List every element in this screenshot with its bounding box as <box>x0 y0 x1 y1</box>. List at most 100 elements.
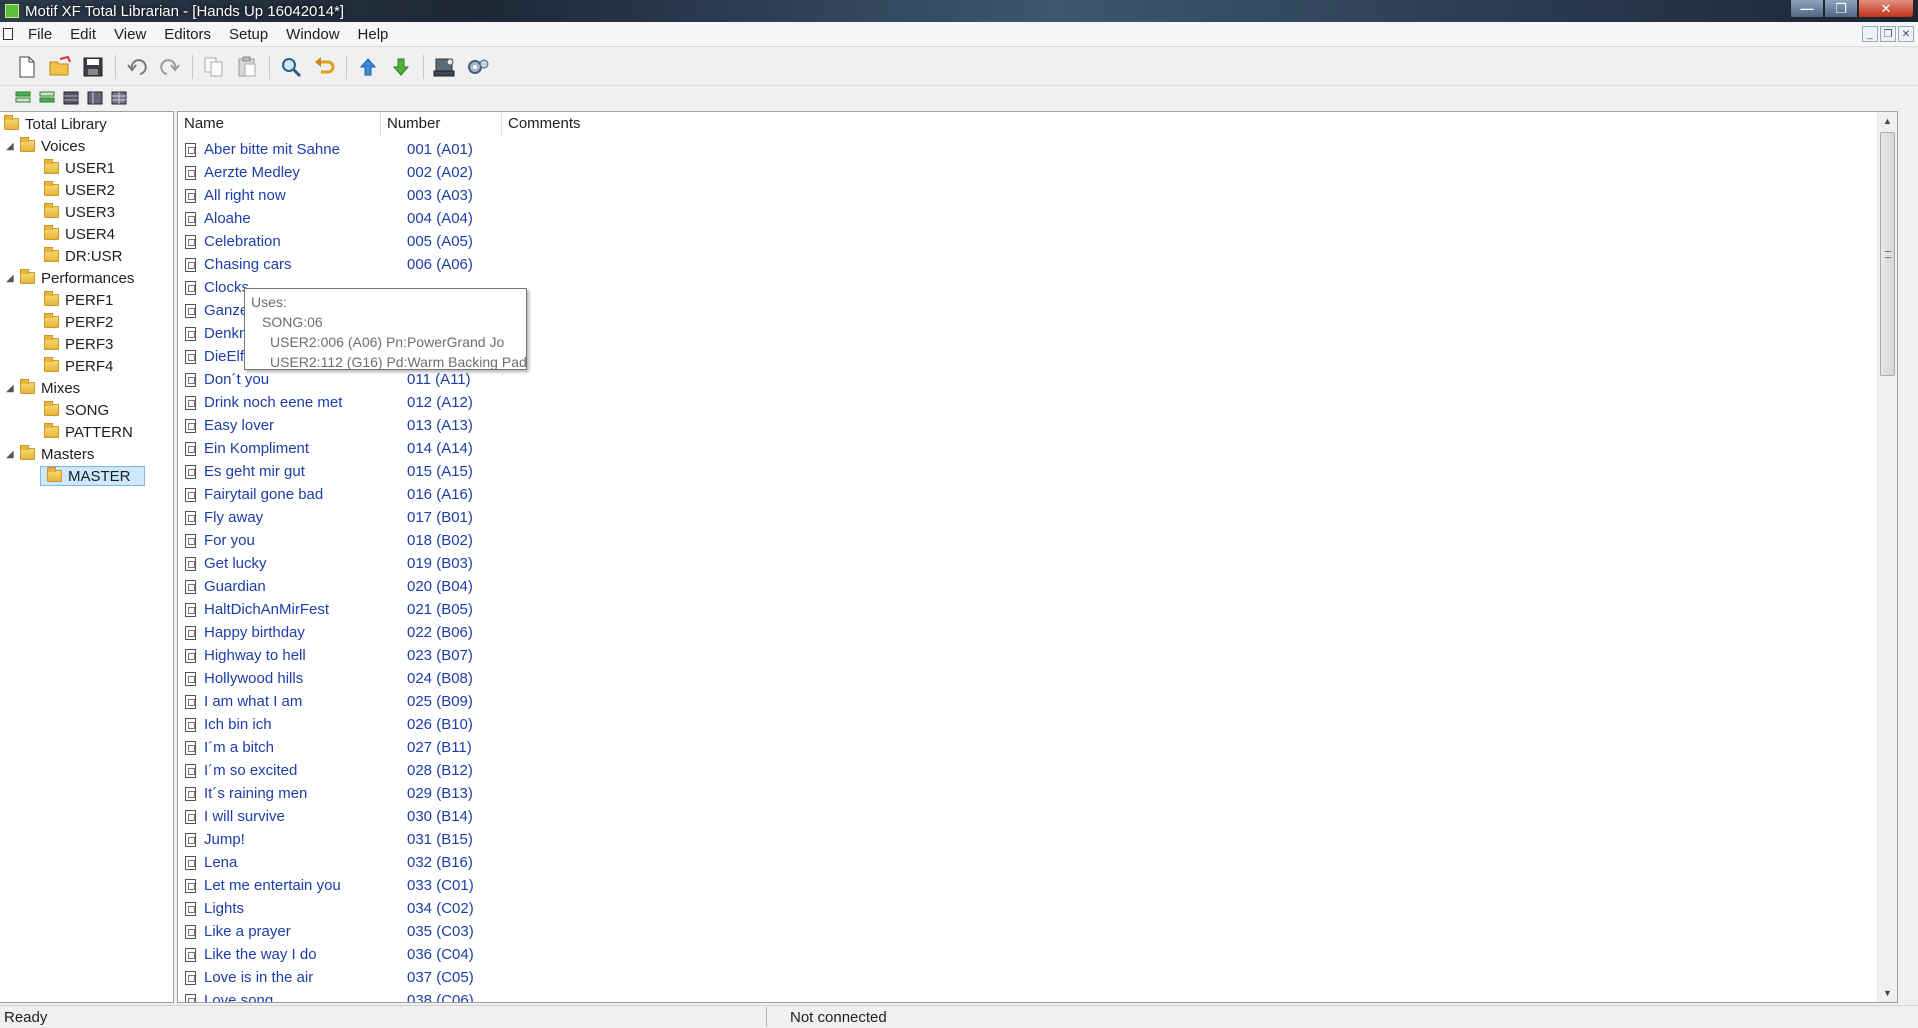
menu-view[interactable]: View <box>105 22 155 47</box>
song-name: Lena <box>204 854 238 871</box>
view-panel-icon[interactable] <box>86 90 104 106</box>
list-item[interactable]: Let me entertain you 033 (C01) <box>178 874 527 897</box>
tree-item-song[interactable]: SONG <box>44 399 109 421</box>
list-item[interactable]: Ich bin ich 026 (B10) <box>178 713 527 736</box>
redo-icon[interactable] <box>157 54 183 80</box>
song-name: Get lucky <box>204 555 267 572</box>
list-item[interactable]: Lights 034 (C02) <box>178 897 527 920</box>
list-item[interactable]: Love song 038 (C06) <box>178 989 527 1002</box>
column-header-number[interactable]: Number <box>381 112 502 136</box>
list-item[interactable]: Aloahe 004 (A04) <box>178 207 527 230</box>
expanded-arrow-icon[interactable]: ◢ <box>6 449 16 460</box>
list-item[interactable]: Chasing cars 006 (A06) <box>178 253 527 276</box>
document-menu-icon[interactable] <box>3 28 13 40</box>
minimize-button[interactable]: — <box>1790 0 1824 18</box>
tree-item-drusr[interactable]: DR:USR <box>44 245 123 267</box>
list-item[interactable]: Love is in the air 037 (C05) <box>178 966 527 989</box>
tree-label: MASTER <box>68 467 131 485</box>
list-item[interactable]: Aerzte Medley 002 (A02) <box>178 161 527 184</box>
list-item[interactable]: Like the way I do 036 (C04) <box>178 943 527 966</box>
column-header-comments[interactable]: Comments <box>502 112 702 136</box>
save-icon[interactable] <box>80 54 106 80</box>
list-item[interactable]: Drink noch eene met 012 (A12) <box>178 391 527 414</box>
scroll-thumb[interactable] <box>1880 132 1895 376</box>
settings-icon[interactable] <box>465 54 491 80</box>
list-item[interactable]: I´m a bitch 027 (B11) <box>178 736 527 759</box>
new-document-icon[interactable] <box>14 54 40 80</box>
song-list[interactable]: Name Number Comments Aber bitte mit Sahn… <box>177 111 1898 1003</box>
list-item[interactable]: Es geht mir gut 015 (A15) <box>178 460 527 483</box>
list-item[interactable]: Aber bitte mit Sahne 001 (A01) <box>178 138 527 161</box>
move-up-icon[interactable] <box>355 54 381 80</box>
tree-group-mixes[interactable]: ◢ Mixes <box>6 377 80 399</box>
list-item[interactable]: Like a prayer 035 (C03) <box>178 920 527 943</box>
view-detail-icon[interactable] <box>38 90 56 106</box>
tree-item-perf1[interactable]: PERF1 <box>44 289 113 311</box>
menu-window[interactable]: Window <box>277 22 348 47</box>
menu-edit[interactable]: Edit <box>61 22 105 47</box>
tree-root[interactable]: Total Library <box>4 113 107 135</box>
menu-editors[interactable]: Editors <box>155 22 220 47</box>
list-item[interactable]: HaltDichAnMirFest 021 (B05) <box>178 598 527 621</box>
maximize-button[interactable]: ❐ <box>1824 0 1858 18</box>
list-item[interactable]: I´m so excited 028 (B12) <box>178 759 527 782</box>
transfer-icon[interactable] <box>432 54 458 80</box>
revert-icon[interactable] <box>311 54 337 80</box>
tree-group-voices[interactable]: ◢ Voices <box>6 135 85 157</box>
list-item[interactable]: Hollywood hills 024 (B08) <box>178 667 527 690</box>
expanded-arrow-icon[interactable]: ◢ <box>6 383 16 394</box>
search-icon[interactable] <box>278 54 304 80</box>
list-item[interactable]: Happy birthday 022 (B06) <box>178 621 527 644</box>
tree-item-perf4[interactable]: PERF4 <box>44 355 113 377</box>
open-folder-icon[interactable] <box>47 54 73 80</box>
tree-item-user1[interactable]: USER1 <box>44 157 115 179</box>
list-item[interactable]: Highway to hell 023 (B07) <box>178 644 527 667</box>
tree-item-master[interactable]: MASTER <box>40 465 145 487</box>
scroll-down-icon[interactable]: ▼ <box>1878 984 1897 1002</box>
column-header-name[interactable]: Name <box>178 112 381 136</box>
menu-file[interactable]: File <box>19 22 61 47</box>
library-tree[interactable]: Total Library ◢ Voices USER1 USER2 USER3… <box>0 111 174 1003</box>
tree-item-perf2[interactable]: PERF2 <box>44 311 113 333</box>
tree-item-user4[interactable]: USER4 <box>44 223 115 245</box>
tree-item-perf3[interactable]: PERF3 <box>44 333 113 355</box>
list-item[interactable]: Easy lover 013 (A13) <box>178 414 527 437</box>
scroll-up-icon[interactable]: ▲ <box>1878 112 1897 130</box>
close-button[interactable]: ✕ <box>1858 0 1914 18</box>
menu-help[interactable]: Help <box>349 22 398 47</box>
copy-icon[interactable] <box>201 54 227 80</box>
list-item[interactable]: Lena 032 (B16) <box>178 851 527 874</box>
list-item[interactable]: I am what I am 025 (B09) <box>178 690 527 713</box>
list-item[interactable]: All right now 003 (A03) <box>178 184 527 207</box>
view-list-icon[interactable] <box>14 90 32 106</box>
list-item[interactable]: I will survive 030 (B14) <box>178 805 527 828</box>
tree-item-user3[interactable]: USER3 <box>44 201 115 223</box>
tree-group-masters[interactable]: ◢ Masters <box>6 443 94 465</box>
list-item[interactable]: Jump! 031 (B15) <box>178 828 527 851</box>
view-grid-icon[interactable] <box>62 90 80 106</box>
list-item[interactable]: Fly away 017 (B01) <box>178 506 527 529</box>
undo-icon[interactable] <box>124 54 150 80</box>
tree-item-pattern[interactable]: PATTERN <box>44 421 133 443</box>
list-item[interactable]: Fairytail gone bad 016 (A16) <box>178 483 527 506</box>
move-down-icon[interactable] <box>388 54 414 80</box>
paste-icon[interactable] <box>234 54 260 80</box>
list-item[interactable]: Get lucky 019 (B03) <box>178 552 527 575</box>
expanded-arrow-icon[interactable]: ◢ <box>6 141 16 152</box>
menu-setup[interactable]: Setup <box>220 22 277 47</box>
window-title: Motif XF Total Librarian - [Hands Up 160… <box>25 2 345 20</box>
tree-item-user2[interactable]: USER2 <box>44 179 115 201</box>
list-item[interactable]: Guardian 020 (B04) <box>178 575 527 598</box>
tree-group-performances[interactable]: ◢ Performances <box>6 267 134 289</box>
doc-restore-icon[interactable]: ❐ <box>1880 26 1896 42</box>
list-item[interactable]: Celebration 005 (A05) <box>178 230 527 253</box>
doc-close-icon[interactable]: ✕ <box>1898 26 1914 42</box>
list-item[interactable]: Ein Kompliment 014 (A14) <box>178 437 527 460</box>
list-item[interactable]: It´s raining men 029 (B13) <box>178 782 527 805</box>
doc-minimize-icon[interactable]: _ <box>1862 26 1878 42</box>
view-table-icon[interactable] <box>110 90 128 106</box>
list-item[interactable]: For you 018 (B02) <box>178 529 527 552</box>
vertical-scrollbar[interactable]: ▲ ▼ <box>1877 112 1897 1002</box>
expanded-arrow-icon[interactable]: ◢ <box>6 273 16 284</box>
status-bar: Ready Not connected <box>0 1005 1918 1028</box>
